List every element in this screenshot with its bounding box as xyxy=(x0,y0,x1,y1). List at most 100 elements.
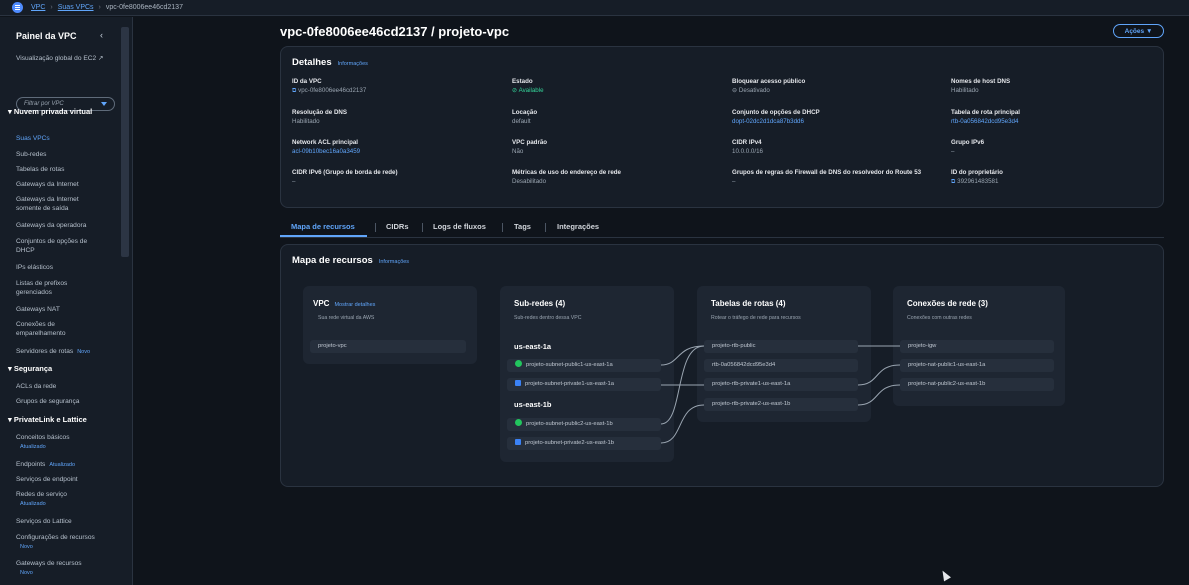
vpc-box-subtitle: Sua rede virtual da AWS xyxy=(318,315,375,321)
field-dhcp-link[interactable]: dopt-02dc2d1dca87b3dd6 xyxy=(732,117,932,126)
details-panel: Detalhes Informações ID da VPC ⧉ vpc-0fe80… xyxy=(280,46,1164,208)
tab-cidrs[interactable]: CIDRs xyxy=(386,222,409,231)
tab-divider xyxy=(375,223,376,232)
vpc-box: VPC Mostrar detalhes Sua rede virtual da … xyxy=(303,286,477,364)
sidebar-item-subnets[interactable]: Sub-redes xyxy=(16,150,120,159)
field-acl-link[interactable]: acl-09b10bec16a0a3459 xyxy=(292,147,492,156)
subnet-node-private2[interactable]: projeto-subnet-private2-us-east-1b xyxy=(507,437,661,450)
sidebar-item-ec2-global-view[interactable]: Visualização global do EC2 ↗ xyxy=(16,54,106,63)
connection-node-igw[interactable]: projeto-igw xyxy=(900,340,1054,353)
sidebar-item-internet-gateways[interactable]: Gateways da Internet xyxy=(16,180,120,189)
resource-map-title: Mapa de recursos Informações xyxy=(292,255,409,266)
sidebar-item-egress-only-gateways[interactable]: Gateways da Internet somente de saída xyxy=(16,195,104,213)
mouse-pointer-icon xyxy=(939,568,951,582)
resource-map-title-text: Mapa de recursos xyxy=(292,255,373,266)
field-dns-hostnames-label: Nomes de host DNS xyxy=(951,78,1011,85)
field-block-value: ⊖ Desativado xyxy=(732,86,932,95)
field-state: Estado ⊘ Available xyxy=(512,77,712,95)
breadcrumb-your-vpcs[interactable]: Suas VPCs xyxy=(58,4,94,11)
subnet-private2-label: projeto-subnet-private2-us-east-1b xyxy=(525,440,614,446)
field-main-route-table: Tabela de rota principal rtb-0a056842dcd9… xyxy=(951,108,1151,126)
sidebar-item-your-vpcs[interactable]: Suas VPCs xyxy=(16,134,120,143)
subnet-public1-label: projeto-subnet-public1-us-east-1a xyxy=(526,362,613,368)
subnet-node-public1[interactable]: projeto-subnet-public1-us-east-1a xyxy=(507,359,661,372)
sidebar-item-route-tables[interactable]: Tabelas de rotas xyxy=(16,165,120,174)
sidebar-section-security[interactable]: ▾ Segurança xyxy=(8,364,112,374)
updated-badge: Atualizado xyxy=(20,501,46,507)
sidebar-item-resource-configurations-label: Configurações de recursos xyxy=(16,534,95,541)
sidebar-item-service-networks-label: Redes de serviço xyxy=(16,491,67,498)
private-subnet-icon xyxy=(515,439,521,445)
subnet-private1-label: projeto-subnet-private1-us-east-1a xyxy=(525,381,614,387)
actions-button[interactable]: Ações ▼ xyxy=(1113,24,1164,38)
tab-resource-map[interactable]: Mapa de recursos xyxy=(291,222,355,231)
field-dns-fw-label: Grupos de regras do Firewall de DNS do r… xyxy=(732,169,922,176)
connection-node-nat1[interactable]: projeto-nat-public1-us-east-1a xyxy=(900,359,1054,372)
sidebar-section-privatelink[interactable]: ▾ PrivateLink e Lattice xyxy=(8,415,112,425)
sidebar-item-endpoints[interactable]: Endpoints Atualizado xyxy=(16,460,120,470)
field-cidr-label: CIDR IPv4 xyxy=(732,139,762,146)
resource-map-info-link[interactable]: Informações xyxy=(379,259,409,265)
subnet-public2-label: projeto-subnet-public2-us-east-1b xyxy=(526,421,613,427)
sidebar-item-route-servers[interactable]: Servidores de rotas Novo xyxy=(16,347,120,357)
connection-node-nat2[interactable]: projeto-nat-public2-us-east-1b xyxy=(900,378,1054,391)
field-dns-fw-value: – xyxy=(732,178,736,185)
tab-divider xyxy=(422,223,423,232)
sidebar-item-managed-prefix-lists[interactable]: Listas de prefixos gerenciados xyxy=(16,279,86,297)
field-vpc-id-label: ID da VPC xyxy=(292,78,322,85)
vpc-id-text: vpc-0fe8006ee46cd2137 xyxy=(298,87,367,94)
subnets-box-title: Sub-redes (4) xyxy=(514,299,566,308)
sidebar-item-carrier-gateways[interactable]: Gateways da operadora xyxy=(16,221,120,230)
route-table-node-private2[interactable]: projeto-rtb-private2-us-east-1b xyxy=(704,398,858,411)
sidebar-section-vpc-label: Nuvem privada virtual xyxy=(13,107,93,116)
tab-integrations[interactable]: Integrações xyxy=(557,222,599,231)
sidebar-item-lattice-services[interactable]: Serviços do Lattice xyxy=(16,517,120,526)
tab-divider xyxy=(502,223,503,232)
breadcrumb-vpc[interactable]: VPC xyxy=(31,4,45,11)
sidebar-item-security-groups[interactable]: Grupos de segurança xyxy=(16,397,120,406)
sidebar-item-resource-configurations[interactable]: Configurações de recursos Novo xyxy=(16,533,120,552)
sidebar-item-network-acls[interactable]: ACLs da rede xyxy=(16,382,120,391)
tab-tags[interactable]: Tags xyxy=(514,222,531,231)
field-ipv6-pool-label: Grupo IPv6 xyxy=(951,139,985,146)
vpc-box-title: VPC Mostrar detalhes xyxy=(313,299,375,308)
field-tenancy-label: Locação xyxy=(512,109,538,116)
disabled-icon: ⊖ xyxy=(732,87,739,94)
sidebar-section-vpc[interactable]: ▾ Nuvem privada virtual xyxy=(8,107,112,117)
vpc-node[interactable]: projeto-vpc xyxy=(310,340,466,353)
field-dns-firewall: Grupos de regras do Firewall de DNS do r… xyxy=(732,168,932,186)
page-title: vpc-0fe8006ee46cd2137 / projeto-vpc xyxy=(280,24,510,39)
route-table-node-private1[interactable]: projeto-rtb-private1-us-east-1a xyxy=(704,378,858,391)
field-vpc-id-value: ⧉ vpc-0fe8006ee46cd2137 xyxy=(292,86,492,95)
field-ipv4-cidr: CIDR IPv4 10.0.0.0/16 xyxy=(732,138,932,156)
show-details-link[interactable]: Mostrar detalhes xyxy=(334,302,375,308)
route-table-node-public[interactable]: projeto-rtb-public xyxy=(704,340,858,353)
sidebar-item-nat-gateways[interactable]: Gateways NAT xyxy=(16,305,120,314)
menu-icon[interactable] xyxy=(12,2,23,13)
field-vpc-id: ID da VPC ⧉ vpc-0fe8006ee46cd2137 xyxy=(292,77,492,95)
field-block-label: Bloquear acesso público xyxy=(732,78,806,85)
field-main-rt-link[interactable]: rtb-0a056842dcd95e3d4 xyxy=(951,117,1151,126)
route-table-node-main[interactable]: rtb-0a056842dcd95e3d4 xyxy=(704,359,858,372)
tab-flow-logs[interactable]: Logs de fluxos xyxy=(433,222,486,231)
sidebar-item-endpoint-services[interactable]: Serviços de endpoint xyxy=(16,475,120,484)
field-dns-res-value: Habilitado xyxy=(292,118,320,125)
sidebar-item-peering-connections[interactable]: Conexões de emparelhamento xyxy=(16,320,86,338)
sidebar-item-elastic-ips[interactable]: IPs elásticos xyxy=(16,263,120,272)
field-dns-res-label: Resolução de DNS xyxy=(292,109,348,116)
sidebar-scrollbar[interactable] xyxy=(121,27,129,257)
subnet-node-public2[interactable]: projeto-subnet-public2-us-east-1b xyxy=(507,418,661,431)
new-badge: Novo xyxy=(77,349,91,355)
breadcrumb-separator-icon: › xyxy=(98,4,101,11)
sidebar-item-service-networks[interactable]: Redes de serviço Atualizado xyxy=(16,490,120,509)
field-state-value: ⊘ Available xyxy=(512,86,712,95)
collapse-sidebar-icon[interactable]: ‹ xyxy=(100,30,103,40)
sidebar-item-dhcp-option-sets[interactable]: Conjuntos de opções de DHCP xyxy=(16,237,106,255)
sidebar-item-resource-gateways[interactable]: Gateways de recursos Novo xyxy=(16,559,120,578)
details-info-link[interactable]: Informações xyxy=(338,61,368,67)
field-metrics: Métricas de uso do endereço de rede Desab… xyxy=(512,168,712,186)
field-dhcp-label: Conjunto de opções de DHCP xyxy=(732,109,820,116)
sidebar-item-basics[interactable]: Conceitos básicos Atualizado xyxy=(16,433,120,452)
tabs-divider xyxy=(280,237,1164,238)
subnet-node-private1[interactable]: projeto-subnet-private1-us-east-1a xyxy=(507,378,661,391)
